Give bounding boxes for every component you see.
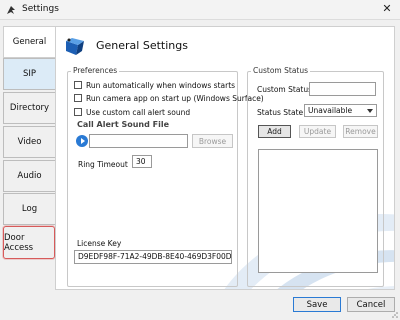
browse-button[interactable]: Browse bbox=[192, 134, 233, 148]
tab-label: SIP bbox=[22, 69, 37, 79]
custom-status-input[interactable] bbox=[309, 82, 376, 96]
tab-label: Door Access bbox=[4, 232, 34, 253]
custom-status-group-label: Custom Status bbox=[251, 66, 311, 75]
tab-general[interactable]: General bbox=[3, 26, 55, 58]
resize-grip-icon[interactable] bbox=[390, 310, 398, 318]
page-title: General Settings bbox=[96, 39, 188, 52]
tab-log[interactable]: Log bbox=[3, 193, 55, 225]
checkbox[interactable] bbox=[74, 81, 82, 89]
tab-label: Directory bbox=[9, 103, 50, 113]
title-bar: Settings ✕ bbox=[0, 0, 400, 20]
option-run-camera-app[interactable]: Run camera app on start up (Windows Surf… bbox=[74, 93, 264, 103]
tab-label: Log bbox=[21, 204, 38, 214]
tab-sip[interactable]: SIP bbox=[3, 58, 55, 90]
save-button[interactable]: Save bbox=[293, 297, 341, 312]
checkbox-label: Use custom call alert sound bbox=[86, 107, 191, 117]
ring-timeout-label: Ring Timeout bbox=[78, 160, 128, 169]
custom-status-list[interactable] bbox=[258, 149, 378, 273]
status-state-select[interactable]: Unavailable bbox=[304, 104, 377, 117]
alert-sound-label: Call Alert Sound File bbox=[77, 120, 169, 129]
ring-timeout-input[interactable]: 30 bbox=[132, 155, 152, 168]
checkbox-label: Run camera app on start up (Windows Surf… bbox=[86, 93, 264, 103]
tab-audio[interactable]: Audio bbox=[3, 160, 55, 192]
tab-label: Audio bbox=[17, 171, 42, 181]
license-key-input[interactable]: D9EDF98F-71A2-49DB-8E40-469D3F00DDD3 bbox=[74, 250, 232, 264]
add-status-button[interactable]: Add bbox=[258, 125, 291, 138]
status-state-value: Unavailable bbox=[308, 106, 353, 115]
tab-directory[interactable]: Directory bbox=[3, 92, 55, 124]
option-run-at-startup[interactable]: Run automatically when windows starts bbox=[74, 80, 235, 90]
license-key-label: License Key bbox=[77, 239, 122, 248]
play-sound-icon[interactable] bbox=[76, 135, 88, 147]
update-status-button[interactable]: Update bbox=[299, 125, 336, 138]
settings-window: General SIP Directory Video Audio Log Do… bbox=[0, 20, 400, 320]
preferences-group-label: Preferences bbox=[71, 66, 120, 75]
status-state-label: Status State bbox=[257, 108, 304, 117]
checkbox[interactable] bbox=[74, 94, 82, 102]
tab-label: General bbox=[12, 37, 47, 47]
settings-logo-icon bbox=[66, 38, 84, 55]
checkbox-label: Run automatically when windows starts bbox=[86, 80, 236, 90]
option-custom-alert-sound[interactable]: Use custom call alert sound bbox=[74, 107, 190, 117]
tab-door-access[interactable]: Door Access bbox=[3, 226, 55, 259]
custom-status-label: Custom Status bbox=[257, 85, 313, 94]
close-icon[interactable]: ✕ bbox=[380, 2, 394, 16]
cancel-button[interactable]: Cancel bbox=[347, 297, 395, 312]
window-title: Settings bbox=[22, 4, 59, 14]
remove-status-button[interactable]: Remove bbox=[343, 125, 378, 138]
general-settings-panel: General Settings Preferences Run automat… bbox=[55, 26, 395, 290]
checkbox[interactable] bbox=[74, 108, 82, 116]
tab-label: Video bbox=[17, 137, 42, 147]
app-icon bbox=[7, 6, 15, 14]
chevron-down-icon bbox=[367, 109, 373, 113]
tab-video[interactable]: Video bbox=[3, 126, 55, 158]
alert-sound-file-input[interactable] bbox=[89, 134, 188, 148]
